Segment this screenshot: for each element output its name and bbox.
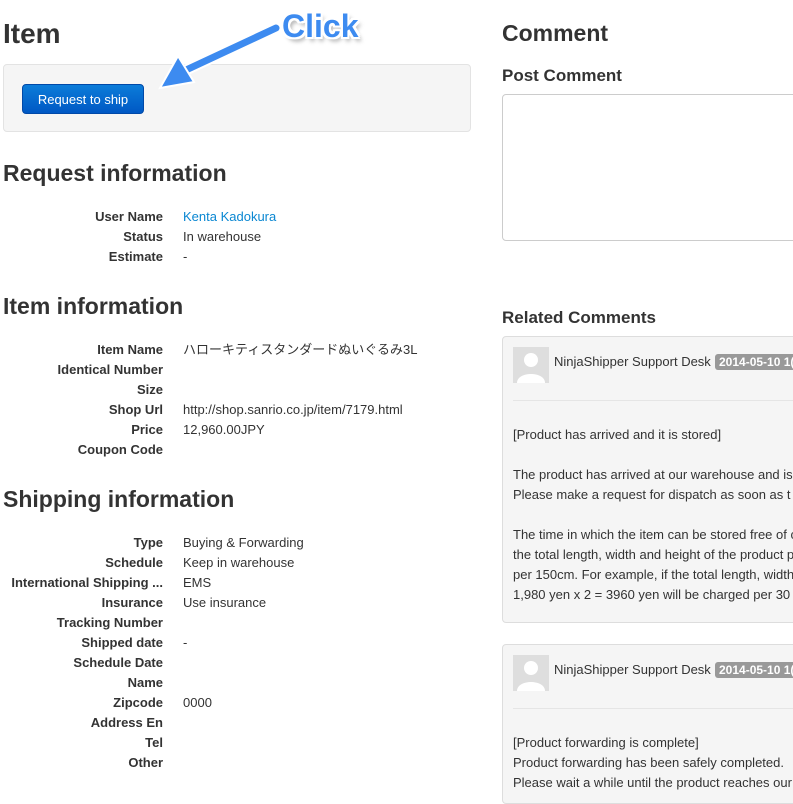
item-info-row: Coupon Code bbox=[0, 440, 480, 460]
shipping-info-row: Schedule Keep in warehouse bbox=[0, 553, 480, 573]
shipping-info-row: Shipped date - bbox=[0, 633, 480, 653]
shipping-info-label: Schedule Date bbox=[73, 655, 163, 670]
item-info-row: Price 12,960.00JPY bbox=[0, 420, 480, 440]
item-info-list: Item Name ハローキティスタンダードぬいぐるみ3L Identical … bbox=[0, 340, 480, 460]
comment-body: [Product forwarding is complete] Product… bbox=[513, 733, 793, 793]
comment-line bbox=[513, 505, 793, 525]
request-to-ship-button[interactable]: Request to ship bbox=[22, 84, 144, 114]
shipping-info-row: Name bbox=[0, 673, 480, 693]
item-info-title: Item information bbox=[3, 293, 184, 319]
item-info-label: Price bbox=[131, 422, 163, 437]
comment-body: [Product has arrived and it is stored] T… bbox=[513, 425, 793, 605]
related-comments-title: Related Comments bbox=[502, 308, 656, 327]
request-info-label: User Name bbox=[95, 209, 163, 224]
user-silhouette-icon bbox=[517, 661, 545, 691]
user-name-link[interactable]: Kenta Kadokura bbox=[183, 207, 276, 227]
comment-author: NinjaShipper Support Desk bbox=[554, 662, 711, 677]
request-info-row: User Name Kenta Kadokura bbox=[0, 207, 480, 227]
comment-textarea[interactable] bbox=[502, 94, 793, 241]
request-info-value: - bbox=[183, 249, 188, 264]
comment-line: Product forwarding has been safely compl… bbox=[513, 755, 784, 770]
shipping-info-row: Other bbox=[0, 753, 480, 773]
comment-line: Please wait a while until the product re… bbox=[513, 775, 792, 790]
request-info-label: Estimate bbox=[108, 249, 163, 264]
comment-date-badge: 2014-05-10 1( bbox=[715, 662, 793, 678]
comment-line: Please make a request for dispatch as so… bbox=[513, 487, 791, 502]
shipping-info-value: - bbox=[183, 635, 188, 650]
shipping-info-title: Shipping information bbox=[3, 486, 235, 512]
item-info-value: ハローキティスタンダードぬいぐるみ3L bbox=[183, 342, 418, 357]
item-info-value: 12,960.00JPY bbox=[183, 422, 265, 437]
shipping-info-value: Use insurance bbox=[183, 595, 267, 610]
shipping-info-row: Insurance Use insurance bbox=[0, 593, 480, 613]
request-info-title: Request information bbox=[3, 160, 227, 186]
shipping-info-list: Type Buying & Forwarding Schedule Keep i… bbox=[0, 533, 480, 773]
shipping-info-value: EMS bbox=[183, 575, 212, 590]
comment-line: the total length, width and height of th… bbox=[513, 547, 793, 562]
comment-date-badge: 2014-05-10 1( bbox=[715, 354, 793, 370]
item-info-row: Size bbox=[0, 380, 480, 400]
comment-author: NinjaShipper Support Desk bbox=[554, 354, 711, 369]
item-info-label: Shop Url bbox=[108, 402, 163, 417]
request-info-value: In warehouse bbox=[183, 229, 262, 244]
shipping-info-row: Address En bbox=[0, 713, 480, 733]
shipping-info-label: Shipped date bbox=[81, 635, 163, 650]
comment-line: [Product has arrived and it is stored] bbox=[513, 427, 722, 442]
comment-divider bbox=[513, 708, 793, 709]
shipping-info-row: Type Buying & Forwarding bbox=[0, 533, 480, 553]
item-info-label: Size bbox=[136, 382, 163, 397]
request-info-row: Status In warehouse bbox=[0, 227, 480, 247]
comment-line: per 150cm. For example, if the total len… bbox=[513, 567, 793, 582]
shipping-info-label: International Shipping ... bbox=[11, 575, 163, 590]
item-info-label: Coupon Code bbox=[77, 442, 163, 457]
comment-item: NinjaShipper Support Desk 2014-05-10 1( … bbox=[502, 644, 793, 804]
avatar bbox=[513, 655, 549, 691]
arrow-annotation-icon bbox=[158, 22, 282, 90]
shipping-info-row: Zipcode 0000 bbox=[0, 693, 480, 713]
user-silhouette-icon bbox=[517, 353, 545, 383]
shipping-info-label: Address En bbox=[90, 715, 163, 730]
shipping-info-label: Schedule bbox=[105, 555, 163, 570]
item-info-row: Item Name ハローキティスタンダードぬいぐるみ3L bbox=[0, 340, 480, 360]
shop-url-value: http://shop.sanrio.co.jp/item/7179.html bbox=[183, 402, 403, 417]
request-info-list: User Name Kenta Kadokura Status In wareh… bbox=[0, 207, 480, 267]
shipping-info-value: 0000 bbox=[183, 695, 212, 710]
avatar bbox=[513, 347, 549, 383]
request-info-label: Status bbox=[123, 229, 163, 244]
shipping-info-value: Buying & Forwarding bbox=[183, 535, 304, 550]
shipping-info-label: Insurance bbox=[101, 595, 163, 610]
shipping-info-row: Tracking Number bbox=[0, 613, 480, 633]
shipping-info-label: Name bbox=[127, 675, 163, 690]
comment-line: The time in which the item can be stored… bbox=[513, 527, 793, 542]
shipping-info-row: Schedule Date bbox=[0, 653, 480, 673]
post-comment-title: Post Comment bbox=[502, 66, 622, 85]
shipping-info-label: Type bbox=[133, 535, 163, 550]
item-info-label: Identical Number bbox=[57, 362, 163, 377]
shipping-info-value: Keep in warehouse bbox=[183, 555, 295, 570]
item-info-row: Shop Url http://shop.sanrio.co.jp/item/7… bbox=[0, 400, 480, 420]
shipping-info-label: Tracking Number bbox=[56, 615, 163, 630]
click-annotation-label: Click bbox=[282, 8, 359, 44]
shipping-info-row: International Shipping ... EMS bbox=[0, 573, 480, 593]
shipping-info-label: Tel bbox=[145, 735, 163, 750]
item-info-row: Identical Number bbox=[0, 360, 480, 380]
comment-line bbox=[513, 445, 793, 465]
shipping-info-label: Other bbox=[128, 755, 163, 770]
comment-item: NinjaShipper Support Desk 2014-05-10 1( … bbox=[502, 336, 793, 623]
comment-title: Comment bbox=[502, 20, 609, 46]
comment-divider bbox=[513, 400, 793, 401]
page-title: Item bbox=[3, 18, 61, 49]
shipping-info-label: Zipcode bbox=[113, 695, 163, 710]
comment-line: 1,980 yen x 2 = 3960 yen will be charged… bbox=[513, 587, 791, 602]
comment-line: [Product forwarding is complete] bbox=[513, 735, 699, 750]
shipping-info-row: Tel bbox=[0, 733, 480, 753]
request-info-row: Estimate - bbox=[0, 247, 480, 267]
item-info-label: Item Name bbox=[97, 342, 163, 357]
comment-line: The product has arrived at our warehouse… bbox=[513, 467, 793, 482]
